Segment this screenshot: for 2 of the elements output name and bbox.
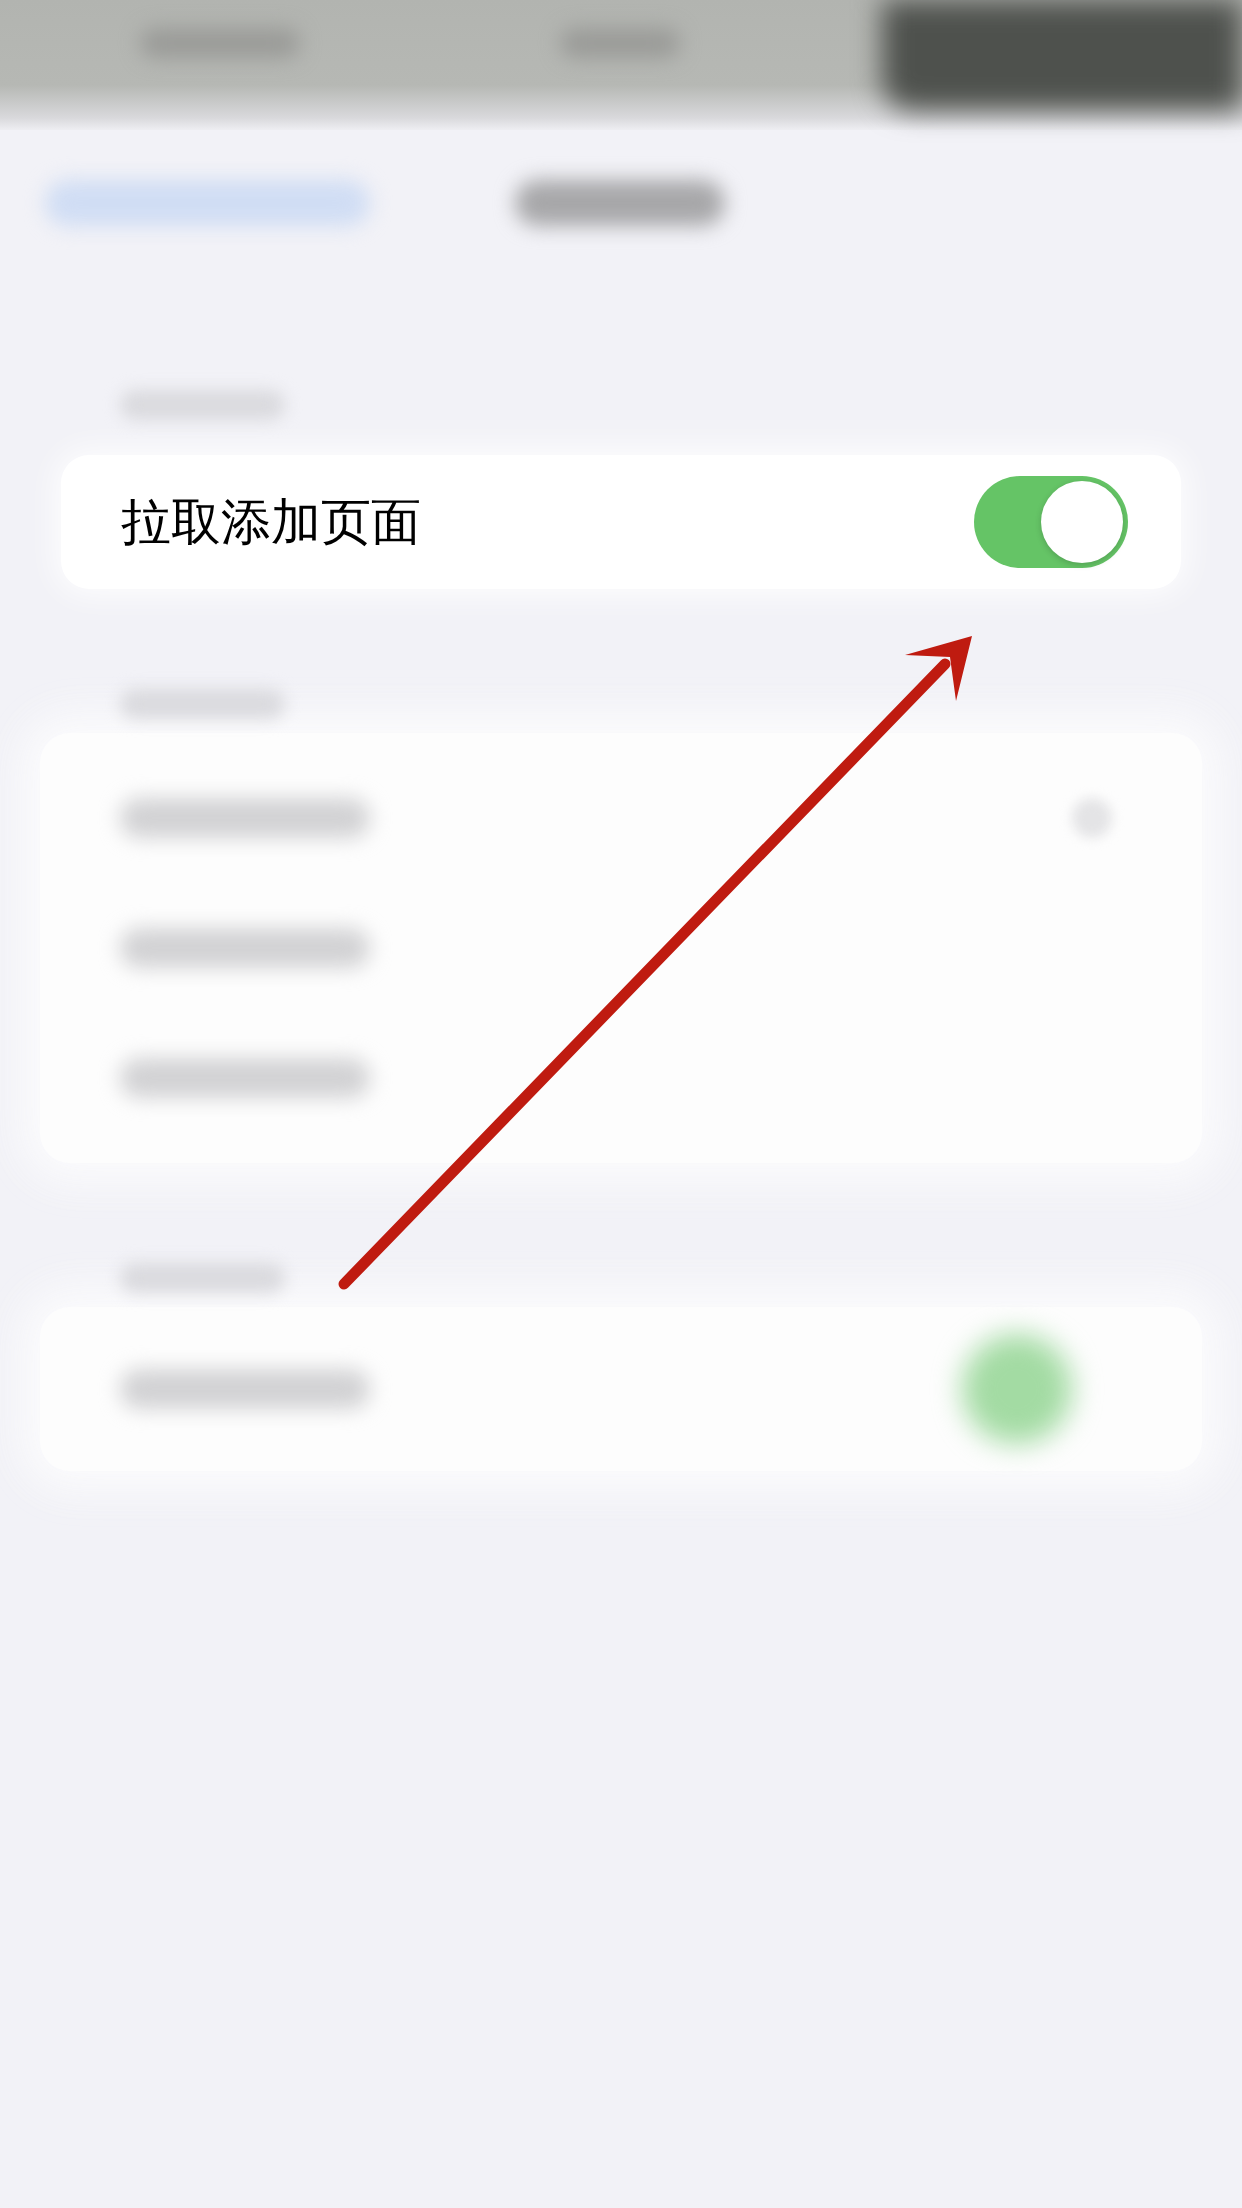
setting-label: 拉取添加页面 — [121, 492, 421, 552]
blurred-toggle-icon — [962, 1334, 1072, 1444]
